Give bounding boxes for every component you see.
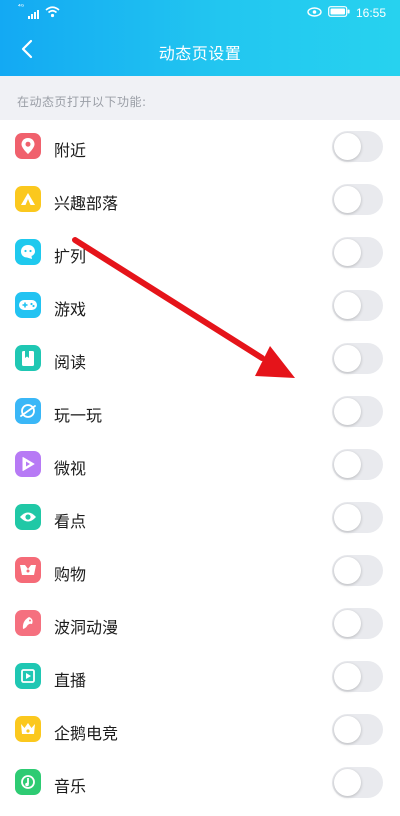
shopping-bag-icon bbox=[15, 557, 41, 583]
toggle-play[interactable] bbox=[332, 396, 383, 427]
toggle-knob bbox=[334, 239, 361, 266]
toggle-games[interactable] bbox=[332, 290, 383, 321]
feature-list: 附近 兴趣部落 扩列 游戏 阅读 玩一玩 微视 看点 购物 波洞动漫 直播 企鹅… bbox=[0, 120, 400, 809]
list-item-bodong-comics: 波洞动漫 bbox=[0, 597, 400, 650]
clock-text: 16:55 bbox=[355, 6, 386, 20]
list-item-kandian: 看点 bbox=[0, 491, 400, 544]
nav-bar: 动态页设置 bbox=[0, 26, 400, 76]
list-item-label: 看点 bbox=[54, 512, 87, 531]
signal-label: ⁴ᴳ bbox=[18, 3, 25, 11]
toggle-knob bbox=[334, 663, 361, 690]
list-item-label: 游戏 bbox=[54, 300, 87, 319]
list-item-label: 阅读 bbox=[54, 353, 87, 372]
wifi-icon bbox=[45, 5, 60, 21]
list-item-nearby: 附近 bbox=[0, 120, 400, 173]
toggle-bodong-comics[interactable] bbox=[332, 608, 383, 639]
toggle-knob bbox=[334, 133, 361, 160]
toggle-knob bbox=[334, 610, 361, 637]
toggle-weishi[interactable] bbox=[332, 449, 383, 480]
list-item-label: 微视 bbox=[54, 459, 87, 478]
list-item-interest-tribe: 兴趣部落 bbox=[0, 173, 400, 226]
play-icon bbox=[15, 451, 41, 477]
signal-icon: ⁴ᴳ bbox=[18, 3, 39, 19]
toggle-expand-friends[interactable] bbox=[332, 237, 383, 268]
list-item-label: 兴趣部落 bbox=[54, 194, 119, 213]
list-item-label: 扩列 bbox=[54, 247, 87, 266]
planet-icon bbox=[15, 398, 41, 424]
toggle-knob bbox=[334, 186, 361, 213]
battery-icon bbox=[328, 6, 350, 20]
location-pin-icon bbox=[15, 133, 41, 159]
list-item-label: 附近 bbox=[54, 141, 87, 160]
toggle-shopping[interactable] bbox=[332, 555, 383, 586]
toggle-kandian[interactable] bbox=[332, 502, 383, 533]
page-title: 动态页设置 bbox=[158, 44, 242, 63]
list-item-weishi: 微视 bbox=[0, 438, 400, 491]
list-item-label: 音乐 bbox=[54, 777, 87, 796]
section-header: 在动态页打开以下功能: bbox=[0, 76, 400, 120]
list-item-label: 企鹅电竞 bbox=[54, 724, 119, 743]
book-icon bbox=[15, 345, 41, 371]
esports-crown-icon bbox=[15, 716, 41, 742]
toggle-knob bbox=[334, 504, 361, 531]
toggle-knob bbox=[334, 769, 361, 796]
toggle-knob bbox=[334, 451, 361, 478]
eye-icon bbox=[15, 504, 41, 530]
section-header-text: 在动态页打开以下功能: bbox=[17, 95, 147, 109]
list-item-penguin-esports: 企鹅电竞 bbox=[0, 703, 400, 756]
gamepad-icon bbox=[15, 292, 41, 318]
toggle-knob bbox=[334, 345, 361, 372]
list-item-label: 玩一玩 bbox=[54, 406, 103, 425]
toggle-knob bbox=[334, 398, 361, 425]
toggle-knob bbox=[334, 716, 361, 743]
comic-icon bbox=[15, 610, 41, 636]
eye-icon bbox=[307, 6, 322, 20]
toggle-knob bbox=[334, 292, 361, 319]
status-bar: ⁴ᴳ 16:55 bbox=[0, 0, 400, 26]
toggle-penguin-esports[interactable] bbox=[332, 714, 383, 745]
toggle-music[interactable] bbox=[332, 767, 383, 798]
list-item-shopping: 购物 bbox=[0, 544, 400, 597]
chat-face-icon bbox=[15, 239, 41, 265]
list-item-play: 玩一玩 bbox=[0, 385, 400, 438]
tent-icon bbox=[15, 186, 41, 212]
list-item-games: 游戏 bbox=[0, 279, 400, 332]
toggle-reading[interactable] bbox=[332, 343, 383, 374]
app-header: ⁴ᴳ 16:55 动态页设置 bbox=[0, 0, 400, 76]
live-icon bbox=[15, 663, 41, 689]
list-item-live: 直播 bbox=[0, 650, 400, 703]
music-icon bbox=[15, 769, 41, 795]
toggle-nearby[interactable] bbox=[332, 131, 383, 162]
toggle-interest-tribe[interactable] bbox=[332, 184, 383, 215]
toggle-knob bbox=[334, 557, 361, 584]
list-item-reading: 阅读 bbox=[0, 332, 400, 385]
list-item-music: 音乐 bbox=[0, 756, 400, 809]
toggle-live[interactable] bbox=[332, 661, 383, 692]
list-item-label: 购物 bbox=[54, 565, 87, 584]
list-item-label: 波洞动漫 bbox=[54, 618, 119, 637]
list-item-expand-friends: 扩列 bbox=[0, 226, 400, 279]
list-item-label: 直播 bbox=[54, 671, 87, 690]
